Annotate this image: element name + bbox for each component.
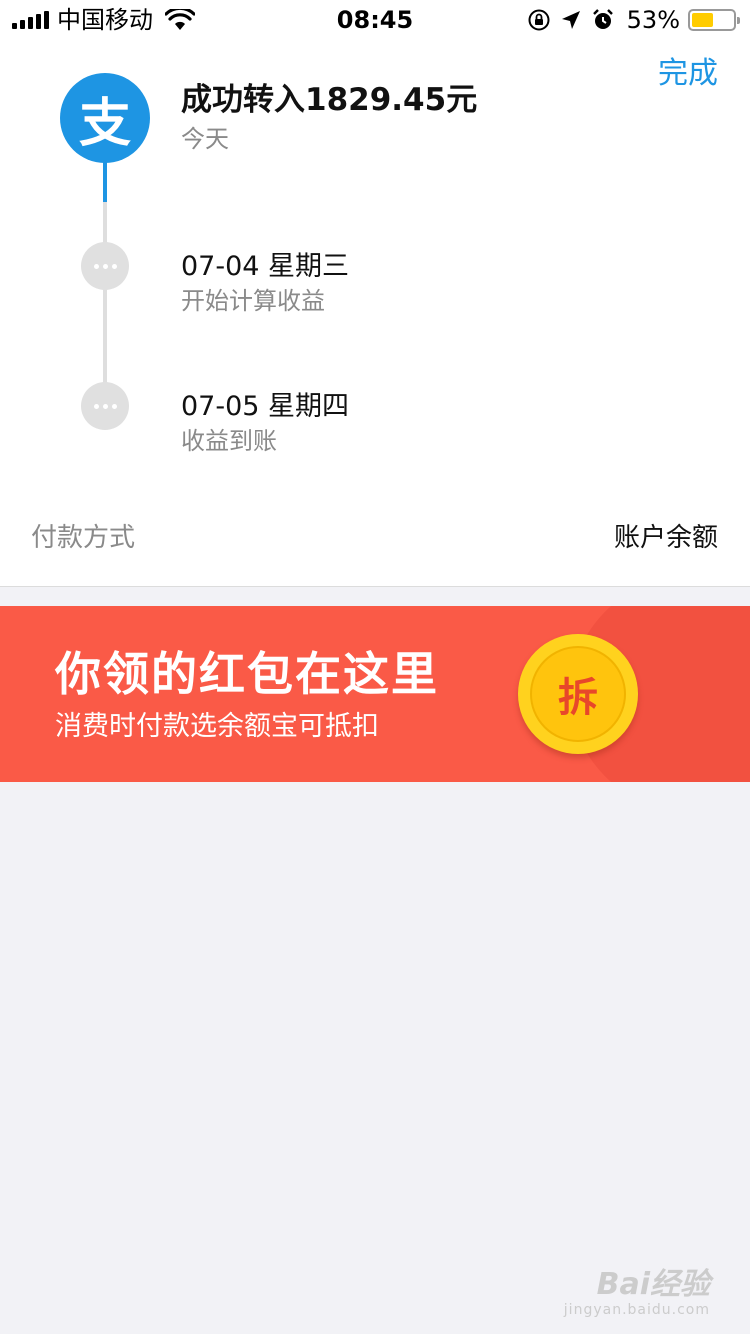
step-date: 07-05 星期四 [181, 391, 350, 422]
rotation-lock-icon [528, 9, 550, 31]
payment-method-value: 账户余额 [613, 523, 718, 553]
status-bar: 中国移动 08:45 53% [0, 0, 750, 40]
baidu-jingyan-watermark: Bai经验 jingyan.baidu.com [563, 1267, 710, 1319]
payment-method-label: 付款方式 [31, 523, 136, 553]
banner-subtitle: 消费时付款选余额宝可抵扣 [55, 711, 379, 742]
open-envelope-button[interactable]: 拆 [518, 634, 638, 754]
step-description: 开始计算收益 [181, 287, 325, 315]
step-date: 07-04 星期三 [181, 251, 350, 282]
more-dots-icon [81, 382, 129, 430]
battery-percent: 53% [626, 6, 680, 34]
alipay-logo-icon: 支 [60, 73, 150, 163]
watermark-logo: Bai经验 [596, 1267, 710, 1302]
coin-label: 拆 [530, 646, 626, 742]
location-arrow-icon [561, 11, 580, 29]
banner-title: 你领的红包在这里 [55, 647, 439, 701]
battery-icon [688, 9, 740, 31]
transfer-result-card: 完成 支 成功转入1829.45元 今天 07-04 星期三 开始计算收益 07… [0, 40, 750, 587]
more-dots-icon [81, 242, 129, 290]
battery-fill [692, 13, 714, 27]
timeline-line-active [103, 160, 107, 202]
status-right: 53% [527, 6, 740, 34]
transfer-date: 今天 [181, 125, 229, 153]
transfer-success-title: 成功转入1829.45元 [181, 82, 478, 118]
timeline-line-pending [103, 202, 107, 408]
step-description: 收益到账 [181, 427, 277, 455]
done-button[interactable]: 完成 [658, 56, 718, 92]
red-envelope-banner[interactable]: 你领的红包在这里 消费时付款选余额宝可抵扣 拆 [0, 606, 750, 782]
alarm-icon [592, 9, 613, 29]
watermark-url: jingyan.baidu.com [563, 1302, 710, 1318]
